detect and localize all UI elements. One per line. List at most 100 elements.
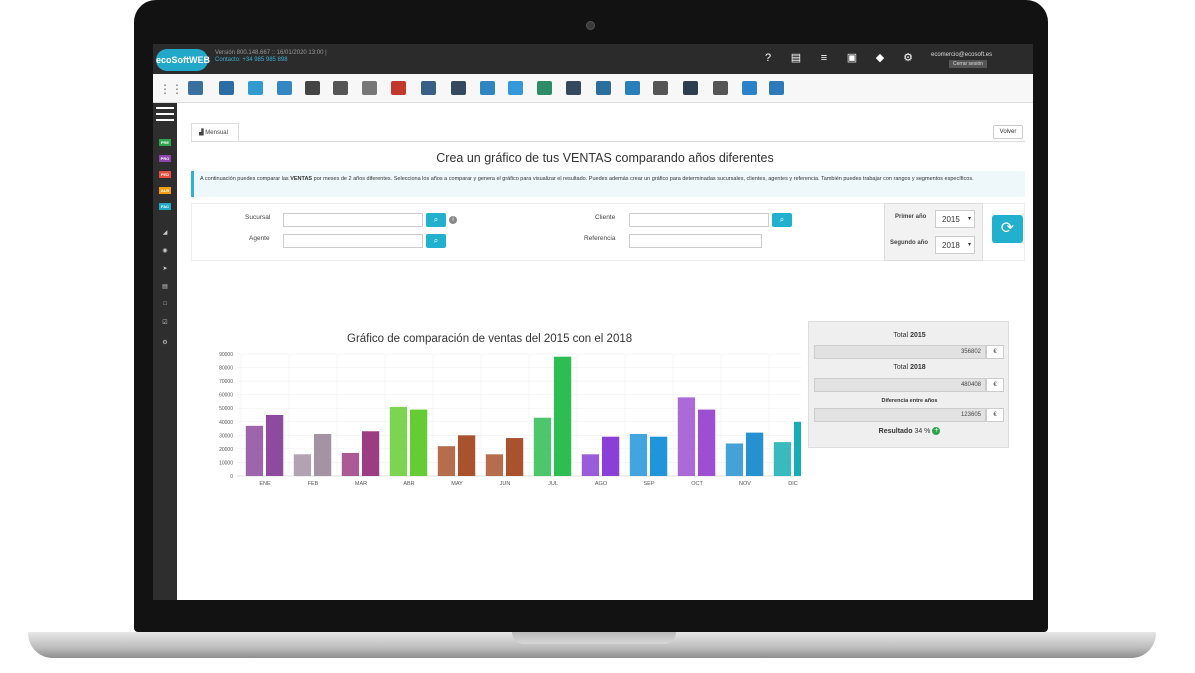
y-tick-label: 0: [230, 474, 233, 480]
send-icon[interactable]: ➤: [160, 265, 170, 273]
bar-chart-icon[interactable]: [742, 81, 757, 95]
network-icon[interactable]: [625, 81, 640, 95]
sucursal-input[interactable]: [283, 213, 423, 227]
x-tick-label: FEB: [308, 481, 319, 487]
tab-mensual[interactable]: ▟ Mensual: [191, 123, 239, 141]
info-icon[interactable]: i: [449, 216, 457, 224]
box-remove-icon[interactable]: [391, 81, 406, 95]
second-year-label: Segundo año: [890, 240, 928, 246]
bar: [629, 433, 648, 476]
bar: [793, 421, 801, 476]
agente-label: Agente: [249, 235, 270, 242]
barcode-search-icon[interactable]: [305, 81, 320, 95]
sidebar-badge-ped[interactable]: PED: [159, 171, 171, 178]
left-sidebar: PRE PRO PED ALB FAC ◢ ◉ ➤ ▤ □ ☑ ⚙: [153, 103, 177, 600]
tab-divider: [191, 141, 1025, 142]
apps-grid-icon[interactable]: ⋮⋮: [159, 82, 183, 96]
help-icon[interactable]: ?: [761, 51, 775, 65]
bar: [745, 432, 764, 476]
briefcase-icon[interactable]: [769, 81, 784, 95]
report-icon[interactable]: ▣: [845, 51, 859, 65]
y-tick-label: 10000: [219, 460, 233, 466]
cliente-search-button[interactable]: ⌕: [772, 213, 792, 227]
y-tick-label: 50000: [219, 406, 233, 412]
calendar-icon[interactable]: [508, 81, 523, 95]
x-tick-label: MAY: [451, 481, 463, 487]
top-icons: ? ▤ ≡ ▣ ◆ ⚙: [761, 51, 915, 65]
menu-icon[interactable]: [156, 107, 174, 121]
bar: [409, 409, 428, 476]
sidebar-badge-pre[interactable]: PRE: [159, 139, 171, 146]
settings-icon[interactable]: ⚙: [160, 339, 170, 347]
x-tick-label: NOV: [739, 481, 751, 487]
first-year-select[interactable]: 2015: [935, 210, 975, 228]
referencia-input[interactable]: [629, 234, 762, 248]
cliente-label: Cliente: [595, 214, 616, 221]
x-tick-label: JUL: [548, 481, 558, 487]
total-word: Total: [893, 332, 909, 339]
y-tick-label: 40000: [219, 420, 233, 426]
version-line: Versión 800.148.667 :: 16/01/2020 13:00 …: [215, 50, 327, 56]
sidebar-badge-alb[interactable]: ALB: [159, 187, 171, 194]
boxes-icon[interactable]: [248, 81, 263, 95]
info-alert: A continuación puedes comparar las VENTA…: [191, 171, 1025, 197]
bar: [553, 356, 572, 476]
image-icon[interactable]: [566, 81, 581, 95]
second-year-select[interactable]: 2018: [935, 236, 975, 254]
bar: [265, 415, 284, 476]
logout-button[interactable]: Cerrar sesión: [949, 60, 988, 68]
x-tick-label: DIC: [788, 481, 798, 487]
monitor-icon[interactable]: [188, 81, 203, 95]
check-square-icon[interactable]: ☑: [160, 319, 170, 327]
sidebar-badge-fac[interactable]: FAC: [159, 203, 171, 210]
result-value: 34 %: [914, 427, 931, 435]
bar: [677, 397, 696, 476]
users-icon[interactable]: [421, 81, 436, 95]
diff-value: 123605: [814, 408, 986, 422]
bar: [361, 431, 380, 476]
gear-icon[interactable]: ⚙: [901, 51, 915, 65]
main-content: ▟ Mensual Volver Crea un gráfico de tus …: [177, 103, 1033, 600]
package-icon[interactable]: [277, 81, 292, 95]
refresh-button[interactable]: ⟳: [992, 215, 1023, 243]
bar: [649, 436, 668, 476]
app-logo[interactable]: ecoSoftWEB: [156, 49, 210, 71]
barcode-icon[interactable]: [333, 81, 348, 95]
x-tick-label: ENE: [259, 481, 271, 487]
square-icon[interactable]: □: [160, 301, 170, 309]
contact-line: Contacto: +34 985 985 898: [215, 57, 288, 63]
agente-input[interactable]: [283, 234, 423, 248]
back-button[interactable]: Volver: [993, 125, 1023, 139]
bar: [581, 454, 600, 476]
sidebar-badge-pro[interactable]: PRO: [159, 155, 171, 162]
agente-search-button[interactable]: ⌕: [426, 234, 446, 248]
sales-comparison-chart: 0 10000 20000 30000 40000 50000 60000 70000 8000…: [219, 352, 801, 487]
structure-icon[interactable]: [219, 81, 234, 95]
totals-panel: Total 2015 356802 € Total 2018 480408 € …: [808, 321, 1009, 448]
document-icon[interactable]: ▤: [789, 51, 803, 65]
devices-icon[interactable]: [362, 81, 377, 95]
app-screen: ecoSoftWEB Versión 800.148.667 :: 16/01/…: [153, 44, 1033, 600]
cart-icon[interactable]: [713, 81, 728, 95]
info-text-bold: VENTAS: [290, 176, 313, 182]
shield-icon[interactable]: ◆: [873, 51, 887, 65]
sucursal-search-button[interactable]: ⌕: [426, 213, 446, 227]
contacts-book-icon[interactable]: [451, 81, 466, 95]
hierarchy-icon[interactable]: [596, 81, 611, 95]
nodes-icon[interactable]: [653, 81, 668, 95]
file-icon[interactable]: ▤: [160, 283, 170, 291]
files-icon[interactable]: [480, 81, 495, 95]
eye-icon[interactable]: ◉: [160, 247, 170, 255]
info-text-post: por meses de 2 años diferentes. Seleccio…: [312, 176, 974, 182]
calendar-edit-icon[interactable]: [537, 81, 552, 95]
bar: [485, 454, 504, 476]
bar: [601, 436, 620, 476]
module-toolbar: ⋮⋮: [153, 74, 1033, 103]
user-support-icon[interactable]: [683, 81, 698, 95]
cliente-input[interactable]: [629, 213, 769, 227]
x-tick-label: JUN: [500, 481, 511, 487]
signal-icon[interactable]: ◢: [160, 229, 170, 237]
server-icon[interactable]: ≡: [817, 51, 831, 65]
user-email: ecomercio@ecosoft.es: [931, 52, 993, 58]
info-text-pre: A continuación puedes comparar las: [200, 176, 291, 182]
